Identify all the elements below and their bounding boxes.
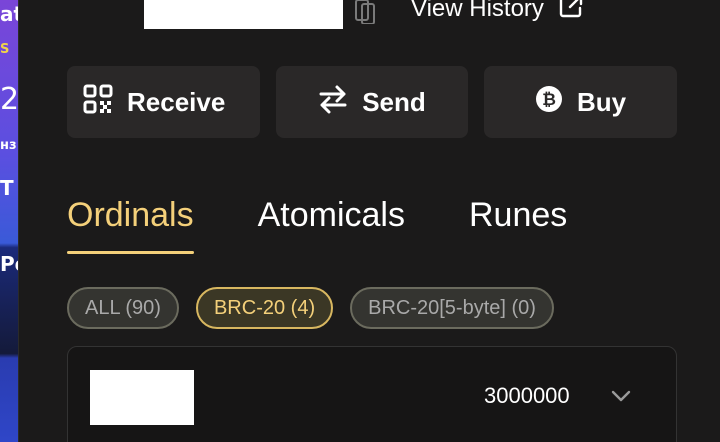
bitcoin-icon: ₿	[535, 85, 563, 120]
view-history-label: View History	[411, 0, 544, 22]
background-text: 2 I	[0, 82, 18, 117]
view-history-link[interactable]: View History	[411, 0, 584, 24]
filter-brc20-5byte-chip[interactable]: BRC-20[5-byte] (0)	[350, 287, 554, 329]
token-ticker-image	[90, 370, 194, 425]
wallet-panel: View History Receive Send ₿ Buy Ordinals…	[18, 0, 720, 442]
background-text: нз	[0, 138, 17, 153]
background-text: S	[0, 42, 10, 57]
token-list-item[interactable]: 3000000	[67, 346, 677, 442]
background-page-strip: at S 2 I нз T I Po	[0, 0, 18, 442]
send-label: Send	[362, 86, 426, 117]
receive-label: Receive	[127, 86, 226, 117]
tab-ordinals[interactable]: Ordinals	[67, 196, 194, 254]
receive-button[interactable]: Receive	[67, 66, 260, 138]
send-button[interactable]: Send	[276, 66, 468, 138]
filter-all-chip[interactable]: ALL (90)	[67, 287, 179, 329]
copy-icon[interactable]	[353, 0, 377, 25]
address-display	[144, 0, 343, 29]
external-link-icon	[558, 0, 584, 26]
svg-text:₿: ₿	[542, 90, 556, 110]
tab-atomicals[interactable]: Atomicals	[258, 196, 405, 254]
chevron-down-icon[interactable]	[610, 385, 632, 407]
background-text: at	[0, 2, 18, 26]
asset-tabs: Ordinals Atomicals Runes	[67, 196, 567, 254]
tab-runes[interactable]: Runes	[469, 196, 567, 254]
buy-button[interactable]: ₿ Buy	[484, 66, 677, 138]
swap-arrows-icon	[318, 84, 348, 121]
qr-code-icon	[83, 84, 113, 121]
buy-label: Buy	[576, 86, 627, 117]
token-amount: 3000000	[484, 383, 570, 408]
filter-chips: ALL (90) BRC-20 (4) BRC-20[5-byte] (0)	[67, 287, 554, 329]
action-buttons: Receive Send ₿ Buy	[67, 66, 677, 138]
background-text: T I	[0, 176, 18, 200]
background-text: Po	[0, 252, 18, 276]
filter-brc20-chip[interactable]: BRC-20 (4)	[195, 287, 334, 329]
